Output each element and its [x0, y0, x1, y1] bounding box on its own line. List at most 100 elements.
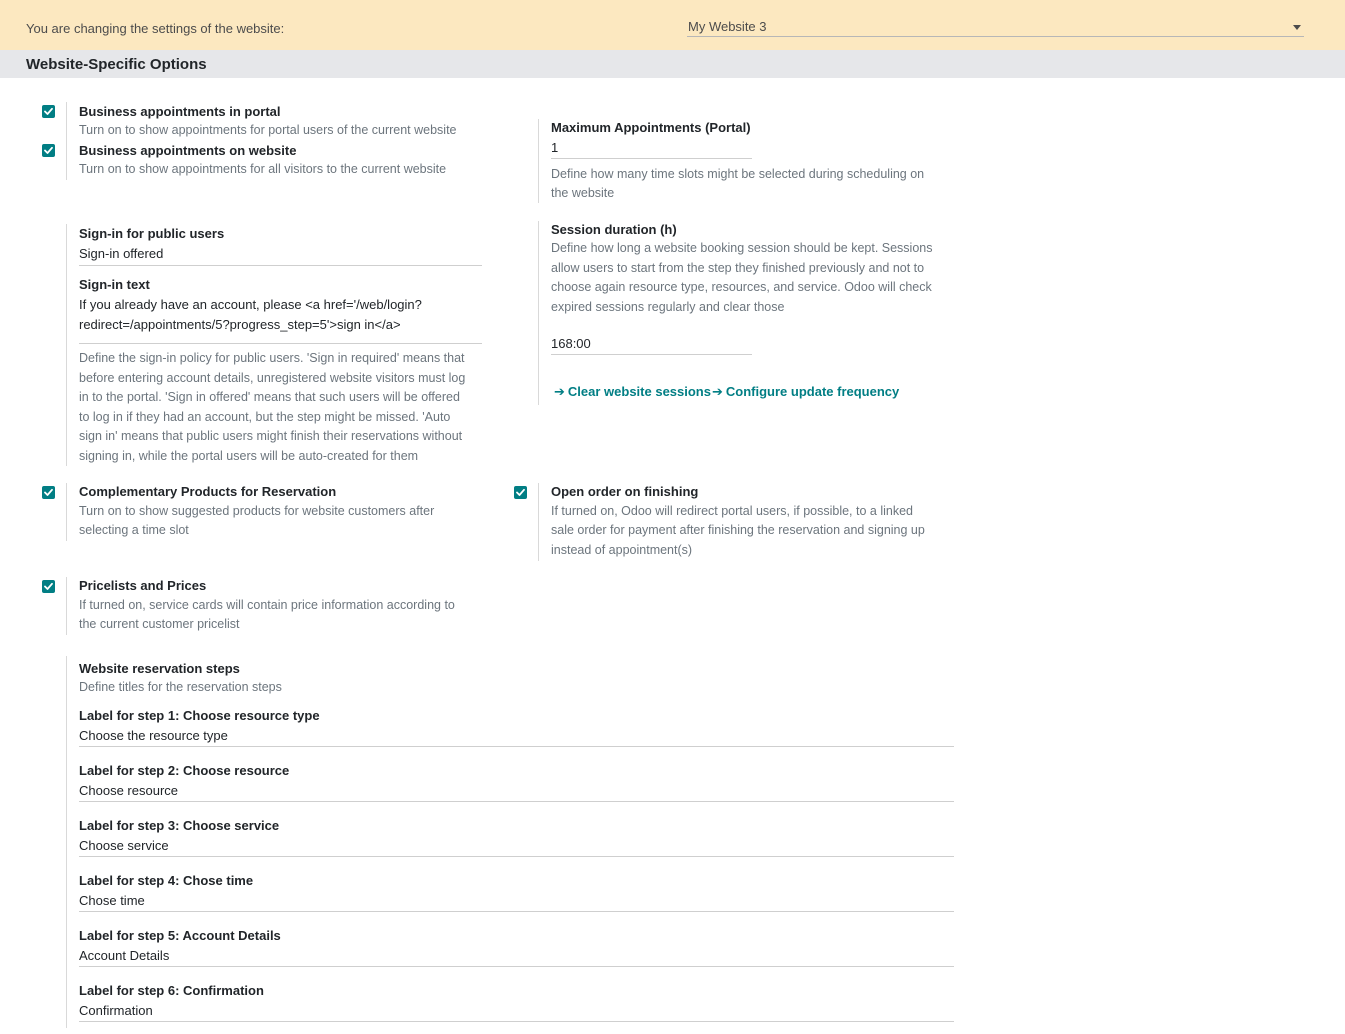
step-1-value: Choose the resource type [79, 728, 228, 743]
session-duration-value: 168:00 [551, 336, 591, 351]
open-order-help: If turned on, Odoo will redirect portal … [551, 504, 913, 518]
website-banner-label: You are changing the settings of the web… [26, 21, 285, 36]
signin-help: in to the portal. 'Sign in offered' mean… [79, 390, 460, 404]
open-order-checkbox[interactable] [514, 486, 527, 499]
complementary-products-checkbox[interactable] [42, 486, 55, 499]
step-1-label: Label for step 1: Choose resource type [79, 708, 320, 723]
step-6-underline [79, 1021, 954, 1022]
signin-policy-value: Sign-in offered [79, 246, 164, 261]
website-appointments-label: Business appointments on website [79, 143, 297, 158]
portal-appointments-help: Turn on to show appointments for portal … [79, 123, 457, 137]
step-6-input[interactable]: Confirmation [79, 1001, 954, 1022]
step-2-value: Choose resource [79, 783, 178, 798]
separator [66, 224, 67, 466]
session-duration-help: choose again resource type, resources, a… [551, 280, 932, 294]
complementary-products-help: selecting a time slot [79, 523, 189, 537]
section-header: Website-Specific Options [0, 50, 1345, 78]
check-icon [516, 488, 525, 496]
complementary-products-help: Turn on to show suggested products for w… [79, 504, 435, 518]
separator [538, 221, 539, 405]
signin-policy-underline [79, 265, 482, 266]
reservation-steps-help: Define titles for the reservation steps [79, 680, 282, 694]
signin-text-line: redirect=/appointments/5?progress_step=5… [79, 317, 401, 332]
signin-help: sign in' means that public users might f… [79, 429, 463, 443]
website-appointments-help: Turn on to show appointments for all vis… [79, 162, 447, 176]
max-appointments-value: 1 [551, 140, 559, 155]
signin-policy-label: Sign-in for public users [79, 226, 225, 241]
check-icon [44, 146, 53, 154]
pricelists-help: the current customer pricelist [79, 617, 240, 631]
max-appointments-help: the website [551, 186, 615, 200]
step-3-input[interactable]: Choose service [79, 836, 954, 857]
step-6-label: Label for step 6: Confirmation [79, 983, 264, 998]
session-duration-help: expired sessions regularly and clear tho… [551, 300, 785, 314]
configure-frequency-link[interactable]: ➔ Configure update frequency [712, 384, 899, 400]
step-2-underline [79, 801, 954, 802]
signin-text-label: Sign-in text [79, 277, 150, 292]
signin-policy-select[interactable]: Sign-in offered [79, 244, 482, 265]
caret-down-icon [1293, 25, 1301, 30]
step-4-input[interactable]: Chose time [79, 891, 954, 912]
website-appointments-checkbox[interactable] [42, 144, 55, 157]
pricelists-checkbox[interactable] [42, 580, 55, 593]
complementary-products-label: Complementary Products for Reservation [79, 484, 337, 499]
check-icon [44, 488, 53, 496]
clear-sessions-label: Clear website sessions [567, 384, 711, 399]
step-5-input[interactable]: Account Details [79, 946, 954, 967]
signin-text-underline [79, 343, 482, 344]
arrow-right-icon: ➔ [554, 384, 565, 399]
separator [66, 577, 67, 635]
step-5-value: Account Details [79, 948, 170, 963]
session-duration-input[interactable]: 168:00 [551, 334, 752, 355]
step-3-label: Label for step 3: Choose service [79, 818, 280, 833]
step-2-label: Label for step 2: Choose resource [79, 763, 290, 778]
max-appointments-help: Define how many time slots might be sele… [551, 167, 925, 181]
separator [538, 119, 539, 203]
section-title: Website-Specific Options [26, 56, 207, 73]
separator [66, 102, 67, 180]
signin-help: signing in, while the portal users will … [79, 449, 419, 463]
signin-help: before entering account details, unregis… [79, 371, 466, 385]
step-4-underline [79, 911, 954, 912]
check-icon [44, 582, 53, 590]
session-duration-help: allow users to start from the step they … [551, 261, 925, 275]
session-duration-label: Session duration (h) [551, 222, 677, 237]
signin-help: to log in if they had an account, but th… [79, 410, 451, 424]
separator [538, 483, 539, 561]
website-select[interactable]: My Website 3 [687, 18, 1304, 37]
open-order-label: Open order on finishing [551, 484, 699, 499]
open-order-help: instead of appointment(s) [551, 543, 693, 557]
portal-appointments-label: Business appointments in portal [79, 104, 281, 119]
open-order-help: sale order for payment after finishing t… [551, 523, 925, 537]
step-1-underline [79, 746, 954, 747]
step-3-value: Choose service [79, 838, 169, 853]
max-appointments-underline [551, 158, 752, 159]
check-icon [44, 107, 53, 115]
step-2-input[interactable]: Choose resource [79, 781, 954, 802]
max-appointments-label: Maximum Appointments (Portal) [551, 120, 751, 135]
signin-help: Define the sign-in policy for public use… [79, 351, 465, 365]
separator [66, 656, 67, 1028]
arrow-right-icon: ➔ [712, 384, 723, 399]
session-duration-underline [551, 354, 752, 355]
website-select-value: My Website 3 [688, 19, 767, 34]
reservation-steps-label: Website reservation steps [79, 661, 240, 676]
step-5-underline [79, 966, 954, 967]
step-4-value: Chose time [79, 893, 145, 908]
step-3-underline [79, 856, 954, 857]
step-1-input[interactable]: Choose the resource type [79, 726, 954, 747]
clear-sessions-link[interactable]: ➔ Clear website sessions [554, 384, 711, 400]
signin-text-line: If you already have an account, please <… [79, 297, 422, 312]
max-appointments-input[interactable]: 1 [551, 138, 752, 159]
website-banner: You are changing the settings of the web… [0, 0, 1345, 50]
session-duration-help: Define how long a website booking sessio… [551, 241, 933, 255]
signin-text-input[interactable]: If you already have an account, please <… [79, 295, 482, 343]
step-6-value: Confirmation [79, 1003, 153, 1018]
portal-appointments-checkbox[interactable] [42, 105, 55, 118]
step-5-label: Label for step 5: Account Details [79, 928, 281, 943]
pricelists-label: Pricelists and Prices [79, 578, 207, 593]
separator [66, 483, 67, 541]
step-4-label: Label for step 4: Chose time [79, 873, 254, 888]
pricelists-help: If turned on, service cards will contain… [79, 598, 455, 612]
configure-frequency-label: Configure update frequency [725, 384, 900, 399]
